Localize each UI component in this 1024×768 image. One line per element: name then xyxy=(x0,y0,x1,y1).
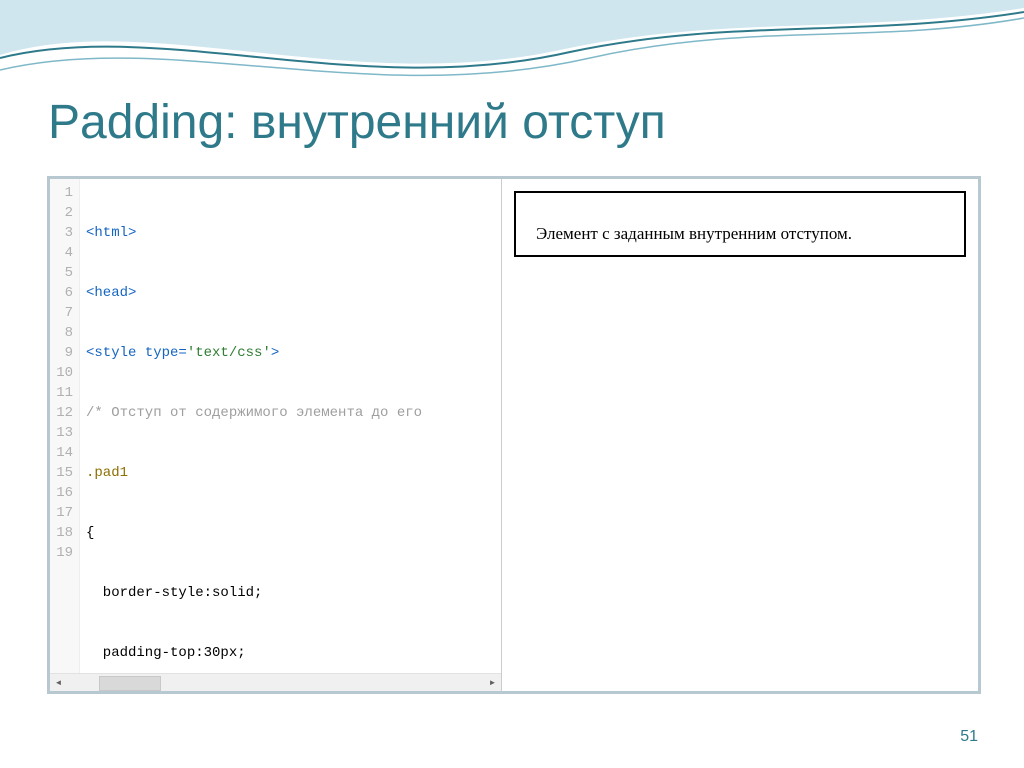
scroll-track[interactable] xyxy=(67,674,484,691)
code-line: <html> xyxy=(86,225,136,241)
code-content[interactable]: <html> <head> <style type='text/css'> /*… xyxy=(80,179,422,673)
code-line: padding-top:30px; xyxy=(86,645,246,661)
code-line: .pad1 xyxy=(86,465,128,481)
code-editor[interactable]: 12345678910111213141516171819 <html> <he… xyxy=(50,179,502,691)
code-line: { xyxy=(86,525,94,541)
preview-padded-box: Элемент с заданным внутренним отступом. xyxy=(514,191,966,257)
scroll-thumb[interactable] xyxy=(99,676,161,691)
scroll-left-button[interactable]: ◄ xyxy=(50,674,67,691)
code-line: <style xyxy=(86,345,145,361)
code-line: border-style:solid; xyxy=(86,585,262,601)
page-number: 51 xyxy=(960,728,978,746)
content-frame: 12345678910111213141516171819 <html> <he… xyxy=(47,176,981,694)
line-gutter: 12345678910111213141516171819 xyxy=(50,179,80,673)
preview-panel: Элемент с заданным внутренним отступом. xyxy=(502,179,978,691)
scroll-right-button[interactable]: ► xyxy=(484,674,501,691)
decorative-wave xyxy=(0,0,1024,105)
horizontal-scrollbar[interactable]: ◄ ► xyxy=(50,673,501,691)
code-line: /* Отступ от содержимого элемента до его xyxy=(86,405,422,421)
code-line: <head> xyxy=(86,285,136,301)
slide-title: Padding: внутренний отступ xyxy=(48,95,666,150)
